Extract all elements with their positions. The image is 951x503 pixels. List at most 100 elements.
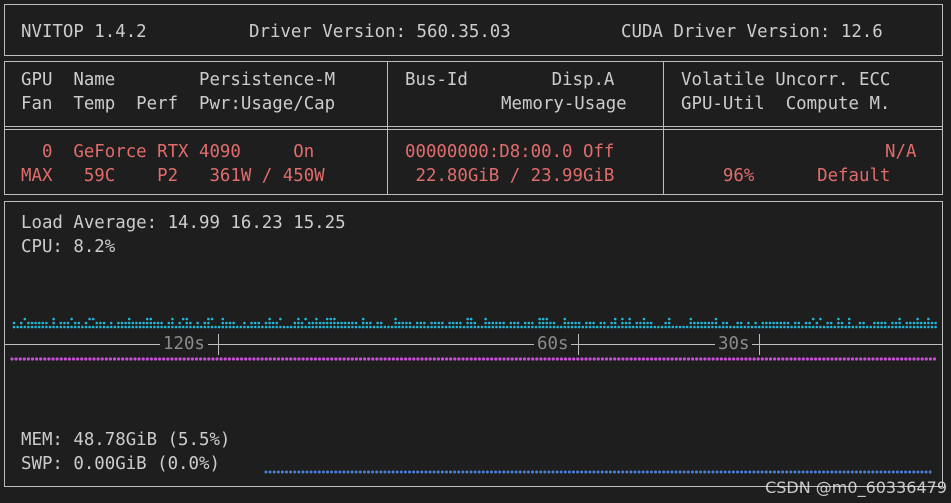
graph-dot: [901, 325, 905, 329]
graph-dot: [171, 321, 174, 325]
graph-dot: [300, 321, 304, 325]
graph-dot: [466, 317, 469, 321]
graph-dot: [444, 325, 448, 329]
graph-dot: [639, 321, 642, 325]
graph-dot: [252, 357, 256, 361]
graph-dot: [523, 321, 527, 325]
graph-dot: [329, 325, 333, 329]
graph-dot: [181, 317, 185, 321]
graph-dot: [862, 321, 865, 325]
graph-dot: [405, 325, 408, 329]
graph-dot: [66, 321, 70, 325]
graph-dot: [600, 470, 604, 474]
graph-dot: [624, 325, 628, 329]
driver-version: Driver Version: 560.35.03: [249, 22, 511, 42]
graph-dot: [509, 321, 513, 325]
graph-dot: [696, 321, 700, 325]
graph-dot: [162, 357, 166, 361]
graph-dot: [166, 357, 170, 361]
graph-dot: [52, 325, 55, 329]
graph-dot: [522, 470, 526, 474]
graph-dot: [754, 321, 757, 325]
graph-dot: [585, 321, 588, 325]
graph-dot: [637, 357, 641, 361]
graph-dot: [160, 325, 163, 329]
graph-dot: [215, 357, 219, 361]
mem-usage: MEM: 48.78GiB (5.5%): [21, 430, 231, 450]
graph-dot: [232, 321, 235, 325]
graph-dot: [793, 325, 797, 329]
graph-dot: [199, 357, 203, 361]
graph-dot: [891, 325, 894, 329]
graph-dot: [808, 321, 811, 325]
graph-dot: [289, 470, 293, 474]
graph-dot: [408, 470, 411, 474]
graph-dot: [801, 357, 805, 361]
graph-dot: [309, 357, 313, 361]
graph-dot: [371, 470, 375, 474]
graph-dot: [613, 321, 617, 325]
graph-dot: [930, 325, 934, 329]
graph-dot: [121, 357, 125, 361]
graph-dot: [592, 325, 595, 329]
graph-dot: [905, 325, 909, 329]
graph-dot: [264, 321, 268, 325]
graph-dot: [203, 325, 207, 329]
graph-dot: [923, 321, 927, 325]
graph-dot: [592, 357, 596, 361]
graph-dot: [39, 357, 43, 361]
graph-dot: [531, 325, 534, 329]
graph-dot: [765, 321, 768, 325]
graph-dot: [621, 317, 624, 321]
graph-dot: [649, 325, 653, 329]
graph-dot: [376, 325, 379, 329]
graph-dot: [70, 325, 73, 329]
graph-dot: [343, 321, 347, 325]
graph-dot: [343, 325, 347, 329]
graph-dot: [59, 325, 63, 329]
graph-dot: [518, 357, 523, 361]
graph-dot: [253, 325, 257, 329]
graph-dot: [351, 321, 354, 325]
graph-dot: [761, 325, 765, 329]
graph-dot: [253, 321, 257, 325]
graph-dot: [297, 470, 301, 474]
graph-dot: [830, 357, 834, 361]
graph-dot: [394, 317, 397, 321]
graph-dot: [686, 357, 691, 361]
graph-dot: [667, 325, 671, 329]
graph-dot: [415, 321, 419, 325]
graph-dot: [650, 357, 654, 361]
graph-dot: [552, 321, 556, 325]
graph-dot: [235, 357, 240, 361]
graph-dot: [30, 321, 34, 325]
graph-dot: [301, 470, 305, 474]
graph-dot: [768, 357, 773, 361]
table-divider: [4, 129, 943, 130]
graph-dot: [73, 321, 77, 325]
graph-dot: [666, 470, 670, 474]
graph-dot: [494, 357, 498, 361]
graph-dot: [793, 470, 797, 474]
graph-dot: [744, 470, 748, 474]
graph-dot: [876, 325, 880, 329]
graph-dot: [879, 357, 883, 361]
tick-30s: [759, 334, 760, 355]
graph-dot: [502, 325, 505, 329]
graph-dot: [264, 470, 268, 474]
graph-dot: [538, 317, 541, 321]
graph-dot: [603, 321, 606, 325]
graph-dot: [334, 357, 338, 361]
graph-dot: [818, 470, 821, 474]
graph-dot: [14, 357, 18, 361]
graph-dot: [842, 357, 846, 361]
graph-dot: [34, 321, 37, 325]
graph-dot: [797, 321, 801, 325]
graph-dot: [920, 357, 924, 361]
graph-dot: [350, 357, 354, 361]
graph-dot: [568, 357, 572, 361]
graph-dot: [106, 325, 109, 329]
graph-dot: [666, 357, 670, 361]
graph-dot: [455, 321, 459, 325]
graph-dot: [793, 357, 797, 361]
